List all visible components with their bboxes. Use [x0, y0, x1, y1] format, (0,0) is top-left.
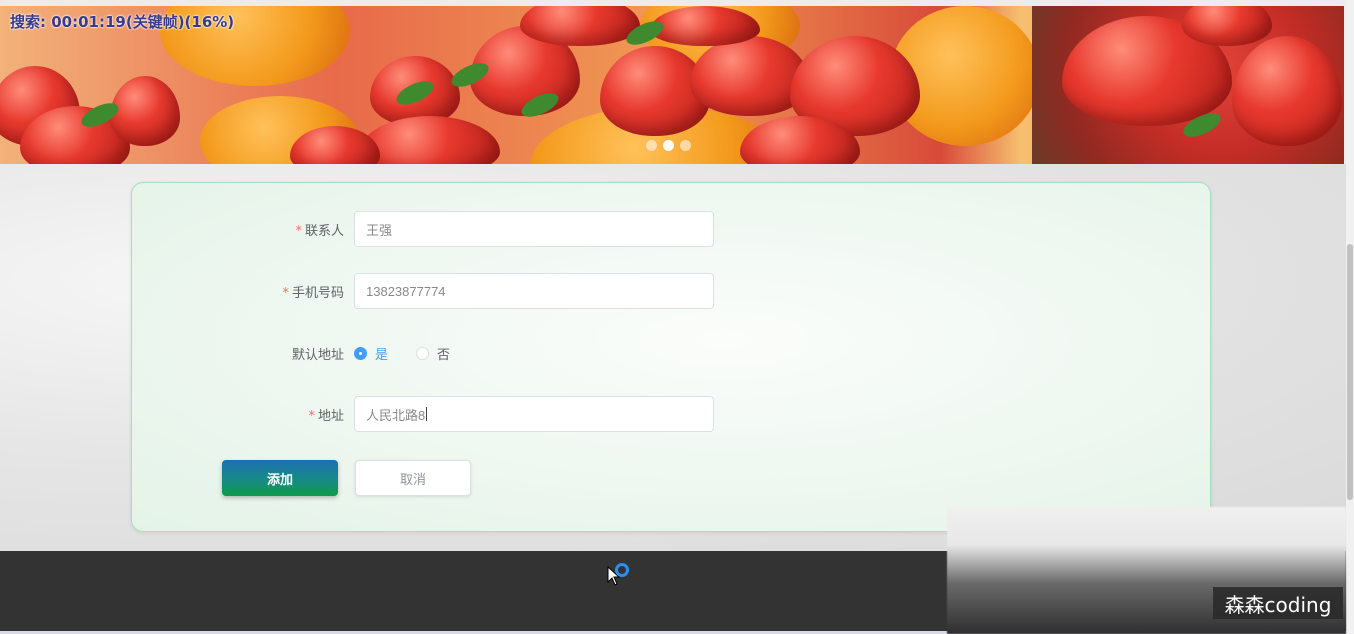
scrollbar-thumb[interactable]: [1347, 244, 1353, 500]
form-row-default-address: 默认地址 是 否: [132, 335, 478, 371]
form-row-address: * 地址 人民北路8: [132, 396, 714, 432]
default-address-label: 默认地址: [291, 347, 344, 363]
loading-spinner-icon: [615, 563, 629, 577]
carousel-dot[interactable]: [646, 140, 657, 151]
contact-input[interactable]: 王强: [354, 211, 714, 247]
radio-checked-icon: [354, 346, 367, 360]
contact-label: * 联系人: [295, 223, 344, 239]
required-mark: *: [282, 285, 289, 301]
cancel-button[interactable]: 取消: [355, 460, 471, 496]
default-address-radio-group: 是 否: [354, 344, 478, 363]
contact-input-value: 王强: [366, 222, 393, 238]
radio-yes[interactable]: 是: [354, 344, 388, 363]
address-form-card: * 联系人 王强 * 手机号码 13823877774 默认地址 是 否 * 地址: [131, 182, 1211, 532]
search-progress-overlay: 搜索: 00:01:19(关键帧)(16%): [10, 13, 235, 31]
carousel-indicators: [646, 140, 691, 151]
form-row-contact: * 联系人 王强: [132, 211, 714, 247]
address-input[interactable]: 人民北路8: [354, 396, 714, 432]
add-button[interactable]: 添加: [222, 460, 338, 496]
phone-label: * 手机号码: [282, 285, 344, 301]
text-caret: [426, 407, 428, 421]
phone-input[interactable]: 13823877774: [354, 273, 714, 309]
page-scrollbar[interactable]: [1346, 0, 1354, 634]
required-mark: *: [308, 408, 315, 424]
required-mark: *: [295, 223, 302, 239]
form-row-phone: * 手机号码 13823877774: [132, 273, 714, 309]
phone-input-value: 13823877774: [366, 283, 446, 299]
carousel-dot[interactable]: [680, 140, 691, 151]
banner-slide-peek: [1032, 6, 1344, 164]
banner-carousel[interactable]: 搜索: 00:01:19(关键帧)(16%): [0, 6, 1344, 164]
channel-watermark: 森森coding: [1213, 587, 1343, 619]
address-input-value: 人民北路8: [366, 407, 426, 423]
radio-unchecked-icon: [416, 346, 430, 360]
radio-no[interactable]: 否: [416, 344, 450, 363]
address-label: * 地址: [308, 408, 344, 424]
carousel-dot-active[interactable]: [663, 140, 674, 151]
